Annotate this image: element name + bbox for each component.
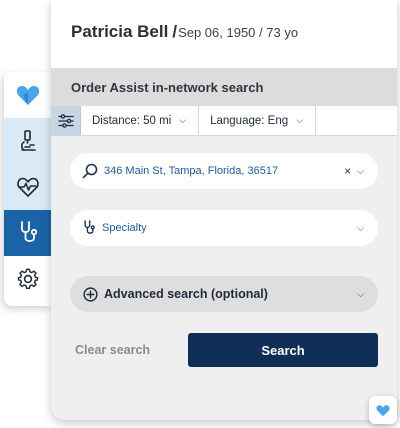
stethoscope-icon <box>21 221 38 242</box>
search-button[interactable]: Search <box>188 333 378 367</box>
chevron-down-icon[interactable]: ⌵ <box>357 166 364 177</box>
filter-bar: Distance: 50 mi ⌵ Language: Eng ⌵ <box>51 106 397 136</box>
heartbeat-icon <box>17 177 39 197</box>
chevron-down-icon: ⌵ <box>179 115 187 125</box>
gear-icon <box>17 268 39 289</box>
patient-dob-age: Sep 06, 1950 / 73 yo <box>178 25 299 40</box>
location-search-field[interactable]: 346 Main St, Tampa, Florida, 36517 × ⌵ <box>70 153 378 189</box>
chevron-down-icon[interactable]: ⌵ <box>357 223 364 234</box>
nav-item-lab[interactable] <box>4 118 52 164</box>
language-filter-label: Language: Eng <box>210 114 289 127</box>
brand-logo[interactable] <box>4 72 52 118</box>
location-input[interactable]: 346 Main St, Tampa, Florida, 36517 <box>104 165 344 177</box>
plus-circle-icon <box>83 286 98 302</box>
heart-logo-icon <box>16 85 40 105</box>
chevron-down-icon: ⌵ <box>357 288 364 299</box>
brand-badge[interactable] <box>369 396 397 424</box>
section-title: Order Assist in-network search <box>51 68 397 106</box>
stethoscope-icon <box>84 220 95 234</box>
distance-filter-label: Distance: 50 mi <box>92 114 172 127</box>
nav-item-providers[interactable] <box>4 210 52 256</box>
clear-search-button[interactable]: Clear search <box>75 333 165 367</box>
distance-filter-dropdown[interactable]: Distance: 50 mi ⌵ <box>81 106 200 135</box>
specialty-select[interactable]: Specialty ⌵ <box>70 210 378 246</box>
advanced-search-toggle[interactable]: Advanced search (optional) ⌵ <box>70 276 378 312</box>
specialty-placeholder: Specialty <box>102 222 147 234</box>
filter-toggle-button[interactable] <box>51 106 81 135</box>
search-icon <box>82 163 98 179</box>
patient-name: Patricia Bell <box>71 22 169 41</box>
sliders-icon <box>57 113 74 128</box>
chevron-down-icon: ⌵ <box>296 115 303 125</box>
order-assist-panel: Patricia Bell / Sep 06, 1950 / 73 yo Ord… <box>51 0 397 420</box>
advanced-search-label: Advanced search (optional) <box>104 287 268 301</box>
side-nav-rail <box>4 72 52 306</box>
patient-header: Patricia Bell / Sep 06, 1950 / 73 yo <box>51 0 397 68</box>
heart-logo-icon <box>376 404 390 416</box>
language-filter-dropdown[interactable]: Language: Eng ⌵ <box>199 106 316 135</box>
nav-item-settings[interactable] <box>4 256 52 302</box>
patient-separator: / <box>172 22 178 41</box>
nav-item-vitals[interactable] <box>4 164 52 210</box>
clear-location-icon[interactable]: × <box>344 164 351 178</box>
microscope-icon <box>20 130 36 151</box>
